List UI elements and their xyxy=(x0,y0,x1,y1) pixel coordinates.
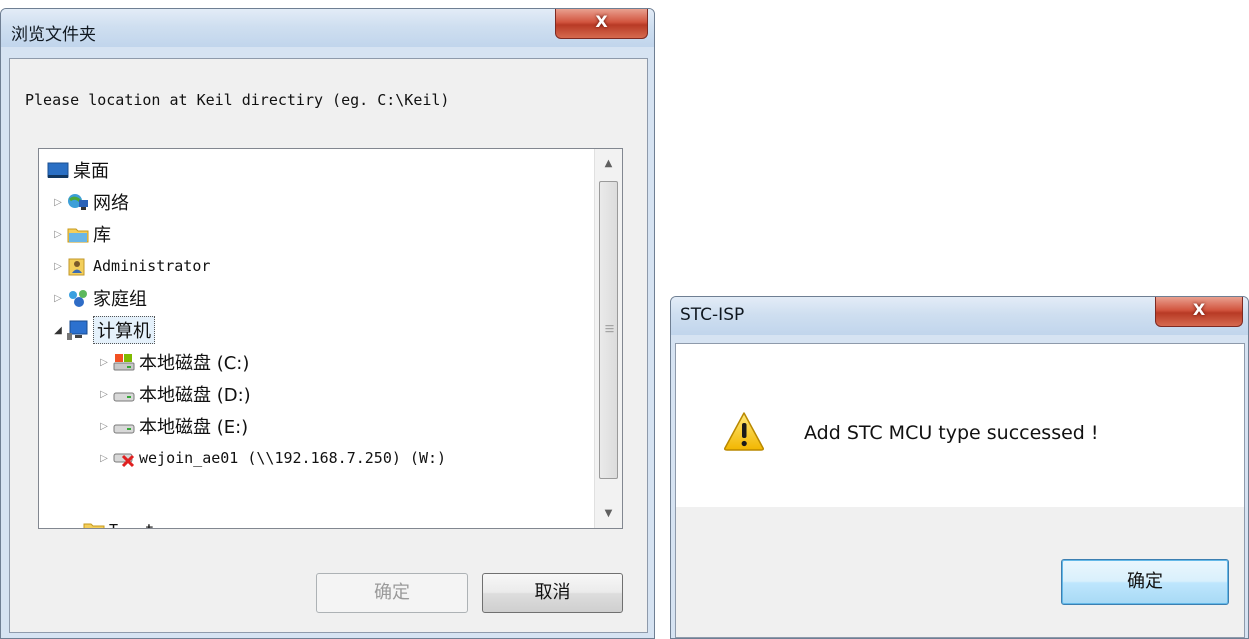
scroll-up-button[interactable]: ▲ xyxy=(595,151,622,177)
network-icon xyxy=(67,192,89,212)
tree-item-label: Administrator xyxy=(93,257,211,275)
tree-item-label: 家庭组 xyxy=(93,289,147,310)
user-folder-icon xyxy=(67,256,89,276)
tree-item[interactable]: ▷ 家庭组 xyxy=(51,283,147,313)
warning-icon xyxy=(724,412,764,451)
browse-dialog-prompt: Please location at Keil directiry (eg. C… xyxy=(25,91,450,109)
desktop-icon xyxy=(47,160,69,180)
tree-item-label: 库 xyxy=(93,225,111,246)
folder-icon xyxy=(83,520,105,528)
tree-vertical-scrollbar[interactable]: ▲ — — — ▼ xyxy=(594,149,622,528)
expand-arrow-icon[interactable]: ▷ xyxy=(51,229,65,240)
browse-ok-button[interactable]: 确定 xyxy=(316,573,468,613)
system-drive-icon xyxy=(113,352,135,372)
folder-tree[interactable]: 桌面 ▷ 网络 ▷ 库 ▷ Administrator ▷ 家庭组 ◢ 计算机 ▷ 本地磁盘 (C:) ▷… xyxy=(38,148,623,529)
stc-isp-message-dialog: STC-ISP X Add STC MCU type successed ! 确… xyxy=(670,296,1249,639)
tree-item[interactable]: T---t xyxy=(81,515,154,528)
tree-item[interactable]: ▷ wejoin_ae01 (\\192.168.7.250) (W:) xyxy=(97,443,446,473)
tree-item[interactable]: ▷ 本地磁盘 (E:) xyxy=(97,411,248,441)
drive-icon xyxy=(113,384,135,404)
scroll-thumb[interactable]: — — — xyxy=(599,181,618,479)
disconnected-network-drive-icon xyxy=(113,448,135,468)
library-icon xyxy=(67,224,89,244)
tree-item-label: 网络 xyxy=(93,193,129,214)
tree-item[interactable]: 桌面 xyxy=(45,155,109,185)
tree-item[interactable]: ▷ 库 xyxy=(51,219,111,249)
collapse-arrow-icon[interactable]: ◢ xyxy=(51,325,65,336)
tree-item-label: wejoin_ae01 (\\192.168.7.250) (W:) xyxy=(139,449,447,467)
message-dialog-close-button[interactable]: X xyxy=(1155,297,1243,327)
tree-item-label: 计算机 xyxy=(93,316,155,344)
expand-arrow-icon[interactable]: ▷ xyxy=(51,197,65,208)
computer-icon xyxy=(67,320,89,340)
scroll-grip-icon: — — — xyxy=(605,321,614,337)
browse-dialog-title: 浏览文件夹 xyxy=(11,25,96,45)
homegroup-icon xyxy=(67,288,89,308)
tree-item[interactable]: ◢ 计算机 xyxy=(51,315,155,345)
tree-item[interactable]: ▷ 本地磁盘 (C:) xyxy=(97,347,249,377)
tree-item[interactable]: ▷ Administrator xyxy=(51,251,210,281)
browse-cancel-button[interactable]: 取消 xyxy=(482,573,623,613)
expand-arrow-icon[interactable]: ▷ xyxy=(51,293,65,304)
expand-arrow-icon[interactable]: ▷ xyxy=(97,453,111,464)
tree-item-label: T---t xyxy=(109,521,154,528)
expand-arrow-icon[interactable]: ▷ xyxy=(97,389,111,400)
drive-icon xyxy=(113,416,135,436)
scroll-down-button[interactable]: ▼ xyxy=(595,501,622,527)
message-ok-button[interactable]: 确定 xyxy=(1061,559,1229,605)
tree-item-label: 桌面 xyxy=(73,161,109,182)
expand-arrow-icon[interactable]: ▷ xyxy=(97,421,111,432)
expand-arrow-icon[interactable]: ▷ xyxy=(97,357,111,368)
message-dialog-title: STC-ISP xyxy=(680,305,745,325)
tree-item[interactable]: ▷ 本地磁盘 (D:) xyxy=(97,379,251,409)
tree-item-label: 本地磁盘 (E:) xyxy=(139,417,249,438)
expand-arrow-icon[interactable]: ▷ xyxy=(51,261,65,272)
tree-item-label: 本地磁盘 (C:) xyxy=(139,353,250,374)
message-text: Add STC MCU type successed ! xyxy=(804,422,1099,444)
browse-dialog-close-button[interactable]: X xyxy=(555,9,648,39)
tree-item-label: 本地磁盘 (D:) xyxy=(139,385,251,406)
tree-item[interactable]: ▷ 网络 xyxy=(51,187,129,217)
browse-folder-dialog: 浏览文件夹 X Please location at Keil directir… xyxy=(0,8,655,639)
